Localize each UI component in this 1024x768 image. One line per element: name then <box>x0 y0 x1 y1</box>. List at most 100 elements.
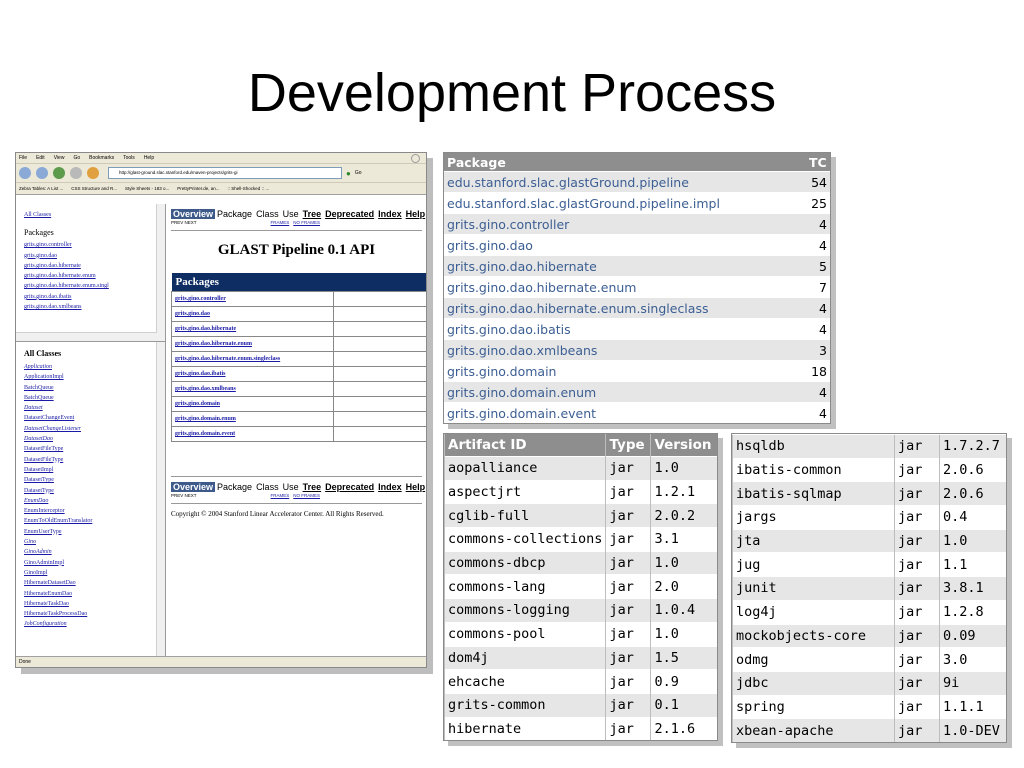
frames-link[interactable]: FRAMES <box>271 220 290 228</box>
frames-link[interactable]: FRAMES <box>271 493 290 501</box>
tc-count-cell: 4 <box>806 213 830 235</box>
version-cell: 1.2.1 <box>650 479 717 504</box>
class-link[interactable]: DatasetFileType <box>24 444 165 454</box>
nav-help[interactable]: Help <box>406 482 426 492</box>
class-link[interactable]: ApplicationImpl <box>24 372 165 382</box>
package-link[interactable]: grits.gino.dao.xmlbeans <box>175 386 236 392</box>
package-count-table: Package TC edu.stanford.slac.glastGround… <box>444 153 830 423</box>
table-row: grits.gino.controller <box>171 291 426 307</box>
menu-help[interactable]: Help <box>144 155 154 161</box>
class-link[interactable]: HibernateTaskProcessDao <box>24 609 165 619</box>
package-link[interactable]: grits.gino.dao.ibatis <box>24 292 165 302</box>
nav-deprecated[interactable]: Deprecated <box>325 209 374 219</box>
package-link[interactable]: grits.gino.dao <box>24 251 165 261</box>
class-link[interactable]: DatasetType <box>24 486 165 496</box>
class-link[interactable]: GinoAdminImpl <box>24 558 165 568</box>
package-link[interactable]: grits.gino.domain <box>175 401 220 407</box>
class-link[interactable]: DatasetDao <box>24 434 165 444</box>
bookmark-item[interactable]: CSS Structure and R... <box>71 186 117 191</box>
reload-icon[interactable] <box>53 167 65 179</box>
url-field[interactable]: http://glast-ground.slac.stanford.edu/ma… <box>108 167 342 179</box>
package-link[interactable]: grits.gino.domain.event <box>175 431 235 437</box>
all-classes-link[interactable]: All Classes <box>24 210 165 220</box>
menu-edit[interactable]: Edit <box>36 155 45 161</box>
menu-bookmarks[interactable]: Bookmarks <box>89 155 114 161</box>
no-frames-link[interactable]: NO FRAMES <box>293 220 320 228</box>
vertical-scrollbar[interactable] <box>156 204 165 341</box>
class-link[interactable]: DatasetFileType <box>24 455 165 465</box>
version-cell: 0.09 <box>939 623 1006 648</box>
no-frames-link[interactable]: NO FRAMES <box>293 493 320 501</box>
package-link[interactable]: grits.gino.dao.hibernate.enum <box>175 341 252 347</box>
type-cell: jar <box>605 645 651 670</box>
nav-tree[interactable]: Tree <box>303 482 322 492</box>
horizontal-scrollbar[interactable] <box>16 332 157 341</box>
table-row: hsqldb jar 1.7.2.7 <box>732 434 1006 459</box>
nav-deprecated[interactable]: Deprecated <box>325 482 374 492</box>
class-link[interactable]: HibernateTaskDao <box>24 599 165 609</box>
package-link[interactable]: grits.gino.domain.enum <box>175 416 236 422</box>
go-button[interactable]: Go <box>355 170 362 176</box>
package-name-cell: grits.gino.dao.hibernate.enum.singleclas… <box>444 297 806 319</box>
menu-tools[interactable]: Tools <box>123 155 135 161</box>
menu-view[interactable]: View <box>54 155 65 161</box>
class-link[interactable]: DatasetChangeListener <box>24 424 165 434</box>
package-link[interactable]: grits.gino.dao.hibernate <box>24 261 165 271</box>
class-link[interactable]: JobConfiguration <box>24 619 165 629</box>
bookmark-item[interactable]: PrettyPrinter.de, an... <box>177 186 219 191</box>
package-link[interactable]: grits.gino.dao.hibernate.enum <box>24 271 165 281</box>
menu-file[interactable]: File <box>19 155 27 161</box>
package-link[interactable]: grits.gino.controller <box>175 296 226 302</box>
go-icon[interactable]: ● <box>346 169 351 178</box>
package-link[interactable]: grits.gino.dao.xmlbeans <box>24 302 165 312</box>
class-link[interactable]: HibernateDatasetDao <box>24 578 165 588</box>
package-link[interactable]: grits.gino.dao.hibernate.enum.singleclas… <box>175 356 280 362</box>
class-link[interactable]: Application <box>24 362 165 372</box>
class-link[interactable]: GinoAdmin <box>24 547 165 557</box>
class-link[interactable]: DatasetChangeEvent <box>24 413 165 423</box>
tc-count-cell: 54 <box>806 171 830 193</box>
class-link[interactable]: Gino <box>24 537 165 547</box>
bookmark-item[interactable]: Zebra Tables: A List ... <box>19 186 63 191</box>
throbber-icon <box>411 153 420 163</box>
package-link[interactable]: grits.gino.dao.hibernate <box>175 326 236 332</box>
class-link[interactable]: BatchQueue <box>24 393 165 403</box>
class-link[interactable]: GinoImpl <box>24 568 165 578</box>
nav-index[interactable]: Index <box>378 482 402 492</box>
package-link[interactable]: grits.gino.dao.ibatis <box>175 371 226 377</box>
back-icon[interactable] <box>19 167 31 179</box>
forward-icon[interactable] <box>36 167 48 179</box>
bookmark-item[interactable]: :: Shell-Shocked :: ... <box>228 186 270 191</box>
home-icon[interactable] <box>87 167 99 179</box>
class-link[interactable]: EnumToOldEnumTranslator <box>24 516 165 526</box>
nav-help[interactable]: Help <box>406 209 426 219</box>
description-cell <box>333 336 426 352</box>
class-link[interactable]: DatasetType <box>24 475 165 485</box>
class-link[interactable]: DatasetImpl <box>24 465 165 475</box>
menu-go[interactable]: Go <box>73 155 80 161</box>
nav-overview[interactable]: Overview <box>171 481 216 492</box>
class-link[interactable]: Dataset <box>24 403 165 413</box>
class-link[interactable]: EnumInterceptor <box>24 506 165 516</box>
artifact-id-cell: hsqldb <box>732 434 895 459</box>
package-link[interactable]: grits.gino.dao.hibernate.enum.singl <box>24 281 165 291</box>
version-cell: 3.8.1 <box>939 576 1006 601</box>
nav-tree[interactable]: Tree <box>303 209 322 219</box>
table-row: grits.gino.domain.enum 4 <box>444 381 830 403</box>
vertical-scrollbar[interactable] <box>156 342 165 656</box>
package-link[interactable]: grits.gino.dao <box>175 311 210 317</box>
nav-index[interactable]: Index <box>378 209 402 219</box>
class-link[interactable]: BatchQueue <box>24 383 165 393</box>
stop-icon[interactable] <box>70 167 82 179</box>
class-link[interactable]: EnumDao <box>24 496 165 506</box>
package-link[interactable]: grits.gino.controller <box>24 240 165 250</box>
tc-count-cell: 4 <box>806 234 830 256</box>
type-cell: jar <box>605 456 651 481</box>
table-row: grits.gino.domain <box>171 396 426 412</box>
bookmark-item[interactable]: Style Sheets - 183 o... <box>125 186 169 191</box>
class-link[interactable]: EnumUserType <box>24 527 165 537</box>
nav-overview[interactable]: Overview <box>171 208 216 219</box>
artifact-id-cell: grits-common <box>443 692 606 718</box>
class-link[interactable]: HibernateEnumDao <box>24 589 165 599</box>
type-cell: jar <box>894 670 940 696</box>
